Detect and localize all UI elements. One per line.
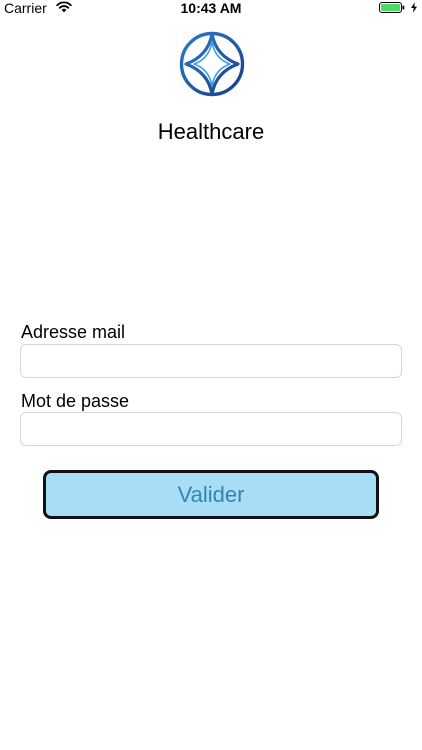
password-field[interactable]: [20, 412, 402, 446]
email-field[interactable]: [20, 344, 402, 378]
password-label: Mot de passe: [21, 391, 130, 411]
submit-button[interactable]: Valider: [43, 470, 379, 519]
app-logo-icon: [179, 31, 245, 97]
clock-time: 10:43 AM: [180, 0, 242, 16]
charging-bolt-icon: [411, 2, 417, 13]
email-label: Adresse mail: [21, 322, 126, 342]
battery-icon: [379, 2, 405, 13]
login-screen: Carrier 10:43 AM Healthcare Adresse mail…: [0, 0, 422, 750]
status-bar: Carrier 10:43 AM: [0, 0, 422, 18]
app-title: Healthcare: [157, 119, 265, 144]
